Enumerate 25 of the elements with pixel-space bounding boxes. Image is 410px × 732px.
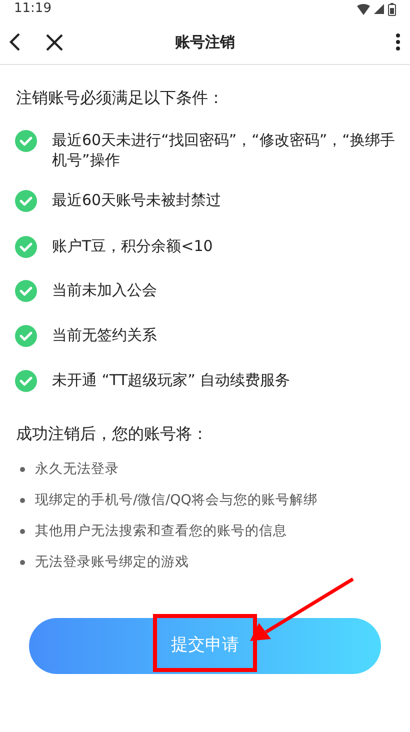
battery-icon bbox=[388, 2, 396, 16]
condition-text: 当前无签约关系 bbox=[52, 325, 157, 345]
consequence-text: 现绑定的手机号/微信/QQ将会与您的账号解绑 bbox=[35, 491, 318, 510]
page-title: 账号注销 bbox=[174, 32, 236, 53]
submit-button[interactable]: 提交申请 bbox=[29, 618, 381, 674]
bullet-icon bbox=[20, 560, 25, 565]
condition-text: 最近60天账号未被封禁过 bbox=[52, 190, 222, 210]
section-heading: 成功注销后，您的账号将： bbox=[15, 423, 209, 445]
signal-icon bbox=[374, 4, 384, 14]
condition-text: 账户T豆，积分余额<10 bbox=[52, 236, 213, 256]
consequence-text: 永久无法登录 bbox=[35, 460, 119, 480]
condition-text: 未开通 “TT超级玩家” 自动续费服务 bbox=[52, 370, 290, 390]
more-icon[interactable] bbox=[395, 33, 401, 51]
condition-text: 最近60天未进行“找回密码”，“修改密码”，“换绑手机号”操作 bbox=[52, 130, 396, 170]
bullet-icon bbox=[20, 467, 25, 472]
wifi-icon bbox=[357, 4, 370, 14]
condition-text: 当前未加入公会 bbox=[52, 280, 157, 300]
close-icon[interactable] bbox=[46, 34, 63, 51]
status-time: 11:19 bbox=[14, 0, 52, 18]
bullet-icon bbox=[20, 529, 25, 534]
bullet-icon bbox=[20, 498, 25, 503]
consequence-text: 其他用户无法搜索和查看您的账号的信息 bbox=[35, 522, 287, 542]
section-heading: 注销账号必须满足以下条件： bbox=[15, 87, 225, 109]
consequence-text: 无法登录账号绑定的游戏 bbox=[35, 553, 189, 572]
back-icon[interactable] bbox=[8, 33, 22, 51]
